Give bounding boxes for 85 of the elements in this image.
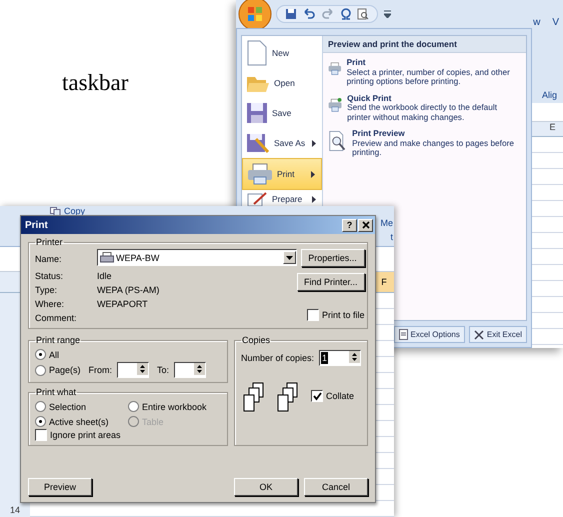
field-value: Idle <box>97 270 112 280</box>
document-icon <box>398 329 408 340</box>
option-description: Preview and make changes to pages before printing. <box>352 138 515 158</box>
ribbon-label: t <box>390 232 393 242</box>
close-icon <box>362 221 370 229</box>
group-label: Print range <box>35 335 82 345</box>
submenu-arrow-icon <box>312 196 316 202</box>
option-title: Print <box>346 58 367 68</box>
submenu-arrow-icon <box>311 170 315 178</box>
help-button[interactable]: ? <box>342 218 357 232</box>
field-label: Number of copies: <box>241 353 314 363</box>
copies-spin-field[interactable]: 1 <box>319 350 361 366</box>
customize-caret-icon[interactable] <box>384 10 391 18</box>
field-label: Where: <box>35 298 66 308</box>
menu-item[interactable]: Save As <box>242 128 322 158</box>
dropdown-arrow-icon <box>286 256 293 260</box>
option-description: Select a printer, number of copies, and other printing options before printing. <box>346 68 511 87</box>
ribbon-tab[interactable]: V <box>552 17 559 28</box>
print-preview-icon[interactable] <box>357 8 369 20</box>
option-description: Send the workbook directly to the default printer without making changes. <box>347 103 498 122</box>
symbol-icon[interactable] <box>340 8 352 20</box>
printer-button[interactable]: Find Printer... <box>297 273 365 291</box>
field-label: Comment: <box>35 312 78 322</box>
page-magnifier-icon <box>328 129 348 154</box>
group-label: Print what <box>35 387 78 397</box>
option-title: Quick Print <box>347 94 392 104</box>
spin-field[interactable] <box>117 362 150 378</box>
cancel-button[interactable]: Cancel <box>304 478 368 496</box>
spin-arrows-icon <box>137 363 148 375</box>
field-label: Type: <box>35 284 58 294</box>
radio-button[interactable]: Active sheet(s) <box>35 414 128 429</box>
menu-item[interactable]: Save <box>242 98 322 128</box>
dialog-title: Print <box>25 220 48 230</box>
page-stack-icon <box>243 382 265 412</box>
group-label: Printer <box>35 237 64 247</box>
ribbon-tab[interactable]: w <box>533 17 540 28</box>
ignore-print-areas-checkbox[interactable]: Ignore print areas <box>35 429 221 441</box>
menu-item[interactable]: Print <box>242 158 322 190</box>
menu-footer-button[interactable]: Exit Excel <box>468 326 527 343</box>
submenu-arrow-icon <box>312 140 316 146</box>
field-label: Status: <box>35 270 64 280</box>
spin-arrows-icon <box>194 363 206 375</box>
field-value: WEPAPORT <box>97 298 148 308</box>
row-number: 14 <box>8 505 21 517</box>
menu-footer-button[interactable]: Excel Options <box>394 326 465 343</box>
radio-button[interactable]: All <box>35 347 221 362</box>
close-icon <box>474 330 484 340</box>
radio-button[interactable]: Entire workbook <box>128 399 221 414</box>
option-title: Print Preview <box>352 129 406 139</box>
ribbon-label: Me <box>380 218 393 228</box>
print-option[interactable]: Print Preview Preview and make changes to pages before printing. <box>323 124 526 160</box>
save-icon[interactable] <box>285 8 297 20</box>
radio-button[interactable]: Page(s) <box>35 362 81 378</box>
preview-button[interactable]: Preview <box>28 478 92 496</box>
caption-text: taskbar <box>62 70 128 96</box>
panel-heading: Preview and print the document <box>323 36 526 53</box>
undo-icon[interactable] <box>302 8 316 20</box>
printer-icon <box>100 252 114 263</box>
collate-checkbox[interactable]: Collate <box>311 390 354 402</box>
print-option[interactable]: Print Select a printer, number of copies, and other printing options before printing. <box>323 53 526 89</box>
column-header: E <box>532 122 563 137</box>
document-pencil-icon <box>246 192 268 206</box>
field-label: To: <box>157 365 170 375</box>
spin-field[interactable] <box>174 362 206 378</box>
print-to-file-checkbox[interactable]: Print to file <box>307 309 365 321</box>
print-option[interactable]: Quick Print Send the workbook directly to the default printer without making changes. <box>323 88 526 124</box>
printer-button[interactable]: Properties... <box>300 249 365 267</box>
checkmark-icon <box>312 392 322 400</box>
menu-item[interactable]: Open <box>242 68 322 98</box>
close-button[interactable] <box>358 218 373 232</box>
radio-button[interactable]: Selection <box>35 399 128 414</box>
spin-arrows-icon <box>349 351 360 363</box>
printer-icon <box>247 163 273 185</box>
ribbon-group-label: Alig <box>542 90 558 100</box>
floppy-pencil-icon <box>246 131 270 155</box>
ok-button[interactable]: OK <box>234 478 298 496</box>
blank-page-icon <box>246 40 268 66</box>
group-label: Copies <box>241 335 272 345</box>
field-label: Name: <box>35 254 63 264</box>
page-stack-icon <box>277 382 299 412</box>
printer-dropdown[interactable]: WEPA-BW <box>97 249 297 266</box>
field-value: WEPA (PS-AM) <box>97 284 160 294</box>
menu-item[interactable]: Prepare <box>242 190 322 208</box>
menu-item[interactable]: New <box>242 38 322 68</box>
field-label: From: <box>88 365 112 375</box>
